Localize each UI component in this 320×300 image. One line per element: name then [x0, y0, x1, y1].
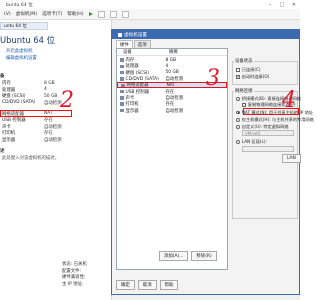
- hardware-section-heading: 备: [0, 74, 5, 79]
- description-text[interactable]: 此处键入对该虚拟机的描述。: [2, 155, 59, 161]
- remove-device-button[interactable]: 移除(R): [191, 251, 217, 261]
- dialog-titlebar: 虚拟机设置: [112, 30, 299, 39]
- annotation-3: 3: [206, 66, 220, 91]
- connect-at-power-on-checkbox[interactable]: 启动时连接(O): [236, 74, 269, 80]
- main-titlebar: buntu 64 位: [0, 0, 300, 9]
- menu-vm[interactable]: 虚拟机(M): [16, 11, 37, 17]
- minimize-icon[interactable]: –: [264, 0, 276, 9]
- close-icon[interactable]: ✕: [288, 0, 300, 9]
- device-row[interactable]: 显示器 自动检测: [117, 107, 227, 114]
- radio-icon: [236, 118, 240, 122]
- device-buttons: 添加(A)... 移除(R): [159, 251, 217, 261]
- edit-settings-link[interactable]: 编辑虚拟机设置: [6, 55, 37, 61]
- memory-icon: [120, 58, 124, 62]
- menu-tabs[interactable]: 选项卡(T): [42, 11, 62, 17]
- vm-icon: [118, 32, 122, 37]
- vm-details-line: 硬件兼容性:: [62, 275, 86, 280]
- toolbar-button[interactable]: [121, 10, 129, 18]
- lan-segment-select[interactable]: [242, 146, 294, 152]
- main-toolbar: (V) 虚拟机(M) 选项卡(T) 帮助(H): [0, 9, 300, 20]
- column-summary: 摘要: [169, 50, 178, 55]
- description-section-heading: 述: [0, 149, 5, 154]
- radio-selected-icon: [236, 110, 240, 115]
- vm-settings-dialog: 虚拟机设置 硬件 选项 设备 摘要 内存 8 GB 处理器 4 硬盘 (SCSI) 5…: [111, 29, 314, 295]
- network-icon: [121, 83, 125, 88]
- device-status-group: [232, 61, 298, 85]
- printer-icon: [120, 102, 124, 106]
- annotation-4: 4: [282, 88, 296, 113]
- checkbox-icon: [242, 103, 246, 107]
- connected-checkbox[interactable]: 已连接(C): [236, 67, 261, 73]
- vm-details-line: 主 IP 地址:: [62, 281, 84, 287]
- device-status-label: 设备状态: [234, 58, 254, 64]
- ok-button[interactable]: 确定: [116, 280, 135, 290]
- vm-details-line: 状态: 已关机: [62, 262, 87, 267]
- device-list-header: 设备 摘要: [117, 49, 227, 56]
- vm-tab-label: untu 64 位: [4, 24, 27, 29]
- network-connection-label: 网络连接: [234, 88, 254, 94]
- dialog-bottom-buttons: 确定 取消 帮助: [116, 280, 179, 290]
- usb-icon: [120, 89, 124, 94]
- vm-details: 状态: 已关机 配置文件: 硬件兼容性: 主 IP 地址:: [62, 262, 87, 288]
- add-device-button[interactable]: 添加(A)...: [159, 251, 189, 261]
- power-on-icon[interactable]: [88, 12, 93, 16]
- annotation-2: 2: [60, 88, 74, 113]
- hw-row: CD/DVD (SATA) 自动检测: [2, 100, 62, 106]
- lan-segments-button[interactable]: LAN: [282, 154, 301, 163]
- lan-segment-radio[interactable]: LAN 区段(L):: [236, 139, 267, 145]
- vm-title: Ubuntu 64 位: [0, 35, 56, 45]
- radio-icon: [236, 97, 240, 101]
- power-on-link[interactable]: 开启此虚拟机: [6, 48, 32, 54]
- maximize-icon[interactable]: □: [276, 0, 288, 9]
- cpu-icon: [120, 64, 124, 69]
- custom-network-value: VMnet0: [245, 131, 261, 136]
- radio-icon: [236, 125, 240, 129]
- toolbar-button[interactable]: [97, 10, 105, 18]
- checkbox-checked-icon: [236, 74, 240, 79]
- display-icon: [120, 108, 124, 113]
- cancel-button[interactable]: 取消: [137, 280, 157, 290]
- dialog-title: 虚拟机设置: [124, 32, 147, 38]
- checkbox-icon: [236, 68, 240, 72]
- sound-icon: [120, 96, 124, 100]
- main-window-title: buntu 64 位: [6, 2, 33, 8]
- radio-icon: [236, 140, 240, 144]
- custom-network-select[interactable]: VMnet0: [242, 130, 294, 136]
- help-button[interactable]: 帮助: [159, 280, 179, 290]
- cd-icon: [120, 77, 124, 81]
- vm-tab[interactable]: untu 64 位: [0, 22, 48, 30]
- column-device: 设备: [123, 50, 132, 55]
- host-only-radio[interactable]: 仅主机模式(H): 与主机共享的专用网络: [236, 117, 314, 123]
- menu-view[interactable]: (V): [4, 12, 11, 17]
- toolbar-button[interactable]: [109, 10, 117, 18]
- hw-row: 显示器 自动检测: [2, 137, 62, 143]
- menu-help[interactable]: 帮助(H): [67, 11, 83, 17]
- disk-icon: [120, 70, 124, 75]
